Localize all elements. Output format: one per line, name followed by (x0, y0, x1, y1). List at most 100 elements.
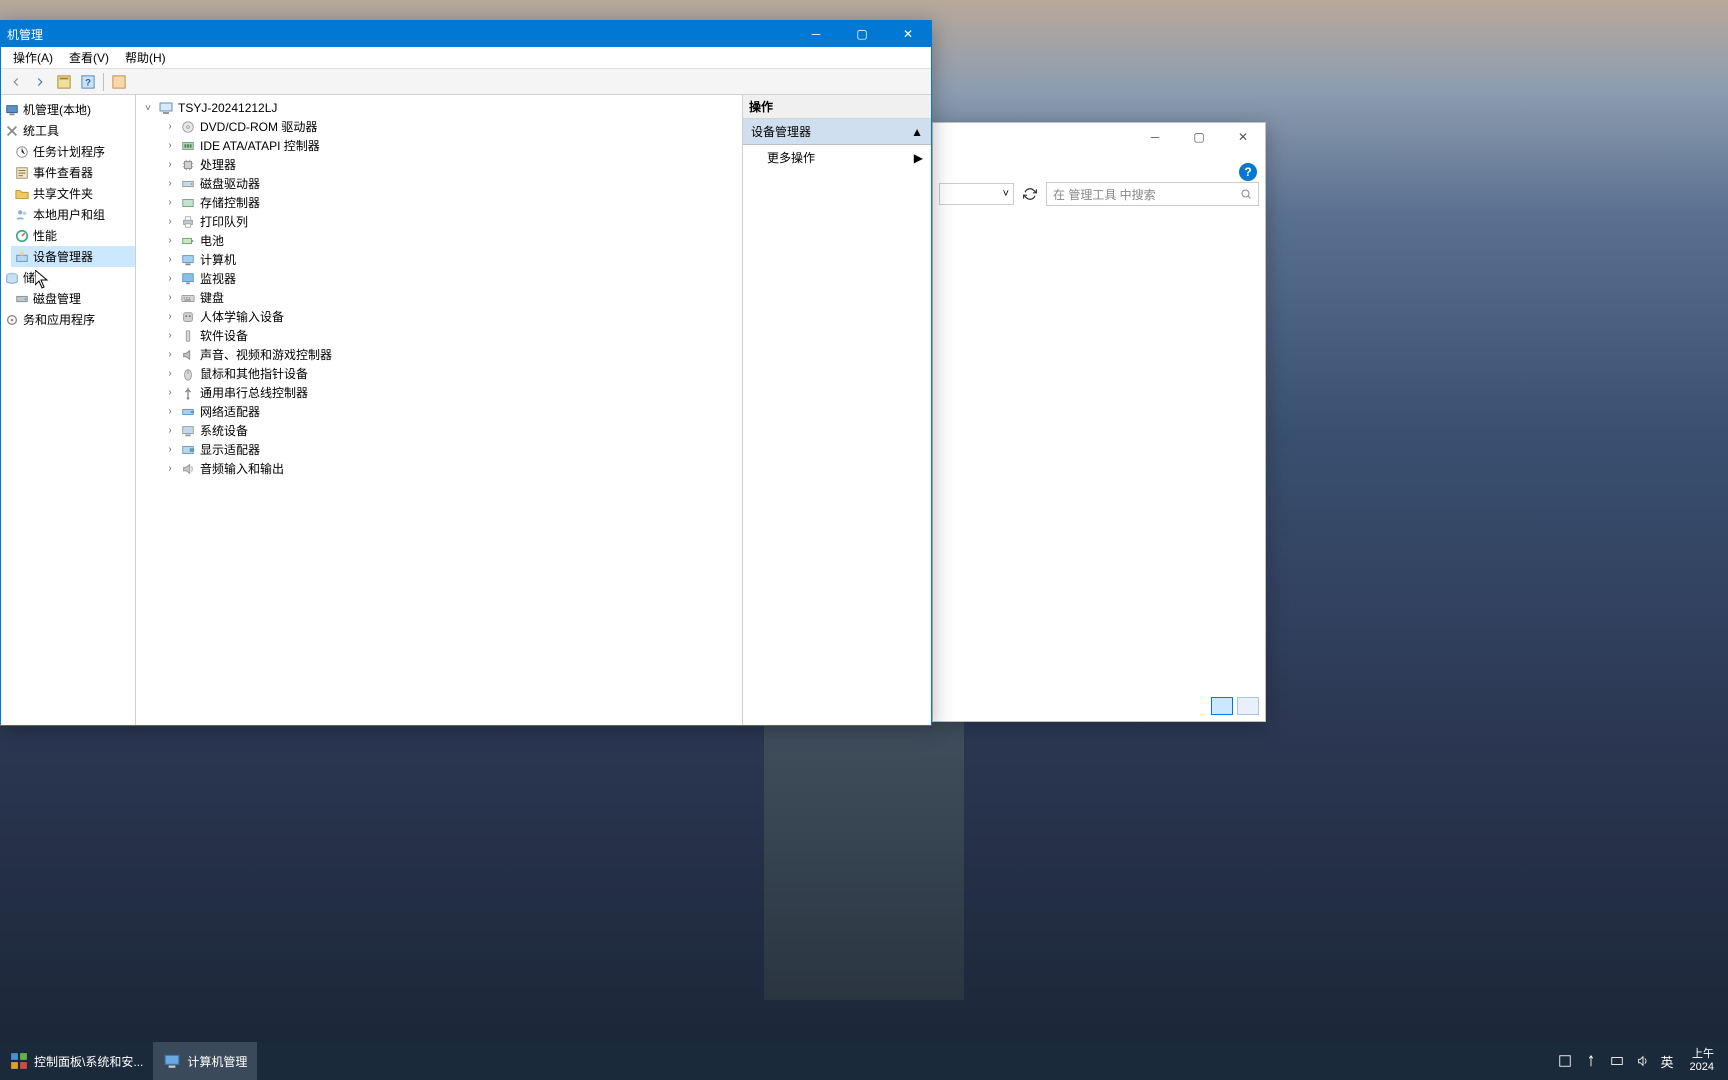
expand-icon[interactable]: › (164, 254, 176, 265)
device-tree-root[interactable]: ˅ TSYJ-20241212LJ (142, 99, 742, 117)
expand-icon[interactable]: › (164, 463, 176, 474)
maximize-button[interactable]: ▢ (839, 21, 885, 47)
search-input[interactable]: 在 管理工具 中搜索 (1046, 182, 1259, 206)
view-list-button[interactable] (1211, 697, 1233, 715)
toolbar-properties-icon[interactable] (53, 71, 75, 93)
keyboard-icon (180, 290, 196, 306)
titlebar[interactable]: 机管理 ─ ▢ ✕ (1, 21, 931, 47)
taskbar-label-1: 控制面板\系统和安... (34, 1053, 143, 1070)
expand-icon[interactable]: › (164, 368, 176, 379)
computer-management-icon (163, 1052, 181, 1070)
device-category[interactable]: ›DVD/CD-ROM 驱动器 (164, 117, 742, 136)
device-category[interactable]: ›鼠标和其他指针设备 (164, 364, 742, 383)
back-minimize-button[interactable]: ─ (1133, 123, 1177, 151)
tree-performance[interactable]: 性能 (11, 225, 135, 246)
expand-icon[interactable]: › (164, 349, 176, 360)
device-category[interactable]: ›存储控制器 (164, 193, 742, 212)
left-navigation-tree[interactable]: 机管理(本地) 统工具 任务计划程序 事件查看器 共享文件夹 本地用户和组 性能… (1, 95, 136, 725)
device-category[interactable]: ›声音、视频和游戏控制器 (164, 345, 742, 364)
expand-icon[interactable]: › (164, 292, 176, 303)
tree-system-tools[interactable]: 统工具 (1, 120, 135, 141)
expand-icon[interactable]: › (164, 140, 176, 151)
event-icon (15, 166, 29, 180)
expand-icon[interactable]: › (164, 330, 176, 341)
address-dropdown[interactable]: ˅ (939, 183, 1014, 205)
menu-view[interactable]: 查看(V) (61, 47, 117, 68)
expand-icon[interactable]: › (164, 425, 176, 436)
expand-icon[interactable]: › (164, 387, 176, 398)
device-category[interactable]: ›计算机 (164, 250, 742, 269)
collapse-icon[interactable]: ˅ (142, 103, 154, 114)
expand-icon[interactable]: › (164, 197, 176, 208)
background-window: ─ ▢ ✕ ? ˅ ˅ 在 管理工具 中搜索 (932, 122, 1266, 722)
expand-icon[interactable]: › (164, 235, 176, 246)
back-close-button[interactable]: ✕ (1221, 123, 1265, 151)
tree-root[interactable]: 机管理(本地) (1, 99, 135, 120)
expand-icon[interactable]: › (164, 311, 176, 322)
device-category[interactable]: ›音频输入和输出 (164, 459, 742, 478)
tray-volume-icon[interactable] (1635, 1053, 1651, 1069)
processor-icon (180, 157, 196, 173)
toolbar-forward-icon[interactable] (29, 71, 51, 93)
device-category[interactable]: ›显示适配器 (164, 440, 742, 459)
device-category[interactable]: ›通用串行总线控制器 (164, 383, 742, 402)
ide-controller-icon (180, 138, 196, 154)
menu-help[interactable]: 帮助(H) (117, 47, 174, 68)
taskbar-clock[interactable]: 上午 2024 (1684, 1048, 1720, 1074)
expand-icon[interactable]: › (164, 406, 176, 417)
taskbar-label-2: 计算机管理 (187, 1053, 247, 1070)
actions-panel: 操作 设备管理器 ▲ 更多操作 ▶ (743, 95, 931, 725)
device-category[interactable]: ›IDE ATA/ATAPI 控制器 (164, 136, 742, 155)
taskbar-item-computer-management[interactable]: 计算机管理 (153, 1042, 257, 1080)
expand-icon[interactable]: › (164, 216, 176, 227)
expand-icon[interactable]: › (164, 178, 176, 189)
device-category[interactable]: ›系统设备 (164, 421, 742, 440)
device-category[interactable]: ›软件设备 (164, 326, 742, 345)
device-category[interactable]: ›打印队列 (164, 212, 742, 231)
device-category[interactable]: ›键盘 (164, 288, 742, 307)
toolbar-back-icon[interactable] (5, 71, 27, 93)
toolbar-separator (103, 73, 104, 91)
toolbar-extra-icon[interactable] (108, 71, 130, 93)
close-button[interactable]: ✕ (885, 21, 931, 47)
network-adapter-icon (180, 404, 196, 420)
audio-io-icon (180, 461, 196, 477)
tree-task-scheduler[interactable]: 任务计划程序 (11, 141, 135, 162)
tree-storage[interactable]: 储 (1, 267, 135, 288)
expand-icon[interactable]: › (164, 273, 176, 284)
tray-usb-icon[interactable] (1583, 1053, 1599, 1069)
view-icons-button[interactable] (1237, 697, 1259, 715)
expand-icon[interactable]: › (164, 159, 176, 170)
tree-local-users[interactable]: 本地用户和组 (11, 204, 135, 225)
more-actions-item[interactable]: 更多操作 ▶ (743, 145, 931, 170)
chevron-down-icon[interactable]: ˅ (1241, 163, 1247, 174)
device-category[interactable]: ›处理器 (164, 155, 742, 174)
tray-network-icon[interactable] (1609, 1053, 1625, 1069)
device-category[interactable]: ›人体学输入设备 (164, 307, 742, 326)
tree-disk-management[interactable]: 磁盘管理 (11, 288, 135, 309)
expand-icon[interactable]: › (164, 121, 176, 132)
back-maximize-button[interactable]: ▢ (1177, 123, 1221, 151)
ime-indicator[interactable]: 英 (1661, 1052, 1674, 1071)
search-placeholder: 在 管理工具 中搜索 (1053, 186, 1156, 203)
taskbar-item-control-panel[interactable]: 控制面板\系统和安... (0, 1042, 153, 1080)
device-category[interactable]: ›磁盘驱动器 (164, 174, 742, 193)
search-icon (1240, 188, 1252, 200)
tree-services-apps[interactable]: 务和应用程序 (1, 309, 135, 330)
refresh-button[interactable] (1020, 184, 1040, 204)
taskbar[interactable]: 控制面板\系统和安... 计算机管理 英 上午 2024 (0, 1042, 1728, 1080)
expand-icon[interactable]: › (164, 444, 176, 455)
device-tree-panel[interactable]: ˅ TSYJ-20241212LJ ›DVD/CD-ROM 驱动器 ›IDE A… (136, 95, 743, 725)
device-category[interactable]: ›监视器 (164, 269, 742, 288)
toolbar-help-icon[interactable]: ? (77, 71, 99, 93)
tree-event-viewer[interactable]: 事件查看器 (11, 162, 135, 183)
device-category[interactable]: ›电池 (164, 231, 742, 250)
tray-vm-icon[interactable] (1557, 1053, 1573, 1069)
menu-action[interactable]: 操作(A) (5, 47, 61, 68)
minimize-button[interactable]: ─ (793, 21, 839, 47)
device-category[interactable]: ›网络适配器 (164, 402, 742, 421)
tree-shared-folders[interactable]: 共享文件夹 (11, 183, 135, 204)
tree-device-manager[interactable]: 设备管理器 (11, 246, 135, 267)
users-icon (15, 208, 29, 222)
actions-section[interactable]: 设备管理器 ▲ (743, 119, 931, 145)
